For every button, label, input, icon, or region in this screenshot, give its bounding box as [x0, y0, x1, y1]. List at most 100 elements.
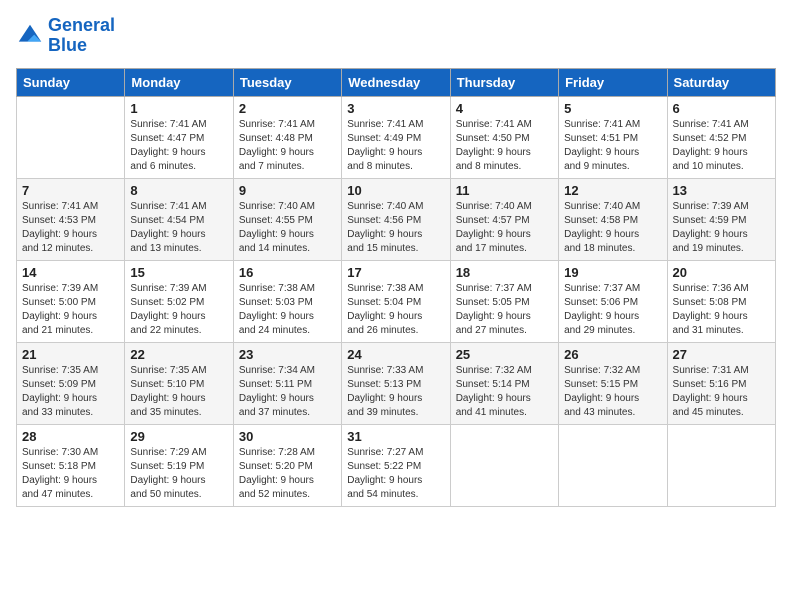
calendar-cell: [667, 424, 775, 506]
day-info: Sunrise: 7:33 AM Sunset: 5:13 PM Dayligh…: [347, 364, 444, 420]
calendar-cell: 22 Sunrise: 7:35 AM Sunset: 5:10 PM Dayli…: [125, 342, 233, 424]
day-info: Sunrise: 7:35 AM Sunset: 5:09 PM Dayligh…: [22, 364, 119, 420]
calendar-cell: 17 Sunrise: 7:38 AM Sunset: 5:04 PM Dayli…: [342, 260, 450, 342]
day-info: Sunrise: 7:40 AM Sunset: 4:58 PM Dayligh…: [564, 200, 661, 256]
calendar-cell: 11 Sunrise: 7:40 AM Sunset: 4:57 PM Dayli…: [450, 178, 558, 260]
week-row-2: 7 Sunrise: 7:41 AM Sunset: 4:53 PM Daylig…: [17, 178, 776, 260]
day-info: Sunrise: 7:40 AM Sunset: 4:56 PM Dayligh…: [347, 200, 444, 256]
day-number: 7: [22, 183, 119, 198]
calendar-cell: 15 Sunrise: 7:39 AM Sunset: 5:02 PM Dayli…: [125, 260, 233, 342]
column-header-friday: Friday: [559, 68, 667, 96]
logo-icon: [16, 22, 44, 50]
day-number: 23: [239, 347, 336, 362]
calendar-cell: 7 Sunrise: 7:41 AM Sunset: 4:53 PM Daylig…: [17, 178, 125, 260]
calendar-cell: 24Sunrise: 7:33 AM Sunset: 5:13 PM Dayli…: [342, 342, 450, 424]
calendar-cell: 31Sunrise: 7:27 AM Sunset: 5:22 PM Dayli…: [342, 424, 450, 506]
day-info: Sunrise: 7:41 AM Sunset: 4:48 PM Dayligh…: [239, 118, 336, 174]
day-number: 12: [564, 183, 661, 198]
day-number: 22: [130, 347, 227, 362]
day-info: Sunrise: 7:35 AM Sunset: 5:10 PM Dayligh…: [130, 364, 227, 420]
day-info: Sunrise: 7:41 AM Sunset: 4:50 PM Dayligh…: [456, 118, 553, 174]
column-header-thursday: Thursday: [450, 68, 558, 96]
day-info: Sunrise: 7:32 AM Sunset: 5:14 PM Dayligh…: [456, 364, 553, 420]
day-number: 8: [130, 183, 227, 198]
column-header-saturday: Saturday: [667, 68, 775, 96]
day-info: Sunrise: 7:34 AM Sunset: 5:11 PM Dayligh…: [239, 364, 336, 420]
day-info: Sunrise: 7:32 AM Sunset: 5:15 PM Dayligh…: [564, 364, 661, 420]
calendar-cell: 19 Sunrise: 7:37 AM Sunset: 5:06 PM Dayli…: [559, 260, 667, 342]
day-number: 14: [22, 265, 119, 280]
day-number: 9: [239, 183, 336, 198]
calendar-table: SundayMondayTuesdayWednesdayThursdayFrid…: [16, 68, 776, 507]
week-row-3: 14Sunrise: 7:39 AM Sunset: 5:00 PM Dayli…: [17, 260, 776, 342]
column-header-wednesday: Wednesday: [342, 68, 450, 96]
day-info: Sunrise: 7:29 AM Sunset: 5:19 PM Dayligh…: [130, 446, 227, 502]
week-row-5: 28 Sunrise: 7:30 AM Sunset: 5:18 PM Dayli…: [17, 424, 776, 506]
calendar-cell: 18Sunrise: 7:37 AM Sunset: 5:05 PM Dayli…: [450, 260, 558, 342]
day-info: Sunrise: 7:41 AM Sunset: 4:49 PM Dayligh…: [347, 118, 444, 174]
calendar-cell: 26 Sunrise: 7:32 AM Sunset: 5:15 PM Dayli…: [559, 342, 667, 424]
column-header-monday: Monday: [125, 68, 233, 96]
week-row-1: 1Sunrise: 7:41 AM Sunset: 4:47 PM Daylig…: [17, 96, 776, 178]
day-number: 17: [347, 265, 444, 280]
calendar-cell: 1Sunrise: 7:41 AM Sunset: 4:47 PM Daylig…: [125, 96, 233, 178]
calendar-cell: 14Sunrise: 7:39 AM Sunset: 5:00 PM Dayli…: [17, 260, 125, 342]
day-info: Sunrise: 7:39 AM Sunset: 4:59 PM Dayligh…: [673, 200, 770, 256]
day-info: Sunrise: 7:36 AM Sunset: 5:08 PM Dayligh…: [673, 282, 770, 338]
calendar-cell: 6 Sunrise: 7:41 AM Sunset: 4:52 PM Daylig…: [667, 96, 775, 178]
day-number: 26: [564, 347, 661, 362]
day-info: Sunrise: 7:30 AM Sunset: 5:18 PM Dayligh…: [22, 446, 119, 502]
day-info: Sunrise: 7:41 AM Sunset: 4:51 PM Dayligh…: [564, 118, 661, 174]
logo-text: General Blue: [48, 16, 115, 56]
day-number: 27: [673, 347, 770, 362]
day-number: 15: [130, 265, 227, 280]
calendar-cell: 9 Sunrise: 7:40 AM Sunset: 4:55 PM Daylig…: [233, 178, 341, 260]
day-number: 4: [456, 101, 553, 116]
day-number: 16: [239, 265, 336, 280]
calendar-cell: 27 Sunrise: 7:31 AM Sunset: 5:16 PM Dayli…: [667, 342, 775, 424]
day-number: 19: [564, 265, 661, 280]
day-info: Sunrise: 7:38 AM Sunset: 5:04 PM Dayligh…: [347, 282, 444, 338]
day-number: 25: [456, 347, 553, 362]
calendar-cell: 2Sunrise: 7:41 AM Sunset: 4:48 PM Daylig…: [233, 96, 341, 178]
calendar-cell: 8 Sunrise: 7:41 AM Sunset: 4:54 PM Daylig…: [125, 178, 233, 260]
day-number: 28: [22, 429, 119, 444]
calendar-cell: 12 Sunrise: 7:40 AM Sunset: 4:58 PM Dayli…: [559, 178, 667, 260]
day-number: 13: [673, 183, 770, 198]
day-info: Sunrise: 7:41 AM Sunset: 4:52 PM Dayligh…: [673, 118, 770, 174]
calendar-cell: 5Sunrise: 7:41 AM Sunset: 4:51 PM Daylig…: [559, 96, 667, 178]
calendar-cell: 29 Sunrise: 7:29 AM Sunset: 5:19 PM Dayli…: [125, 424, 233, 506]
day-number: 1: [130, 101, 227, 116]
day-number: 21: [22, 347, 119, 362]
column-header-sunday: Sunday: [17, 68, 125, 96]
calendar-cell: 23 Sunrise: 7:34 AM Sunset: 5:11 PM Dayli…: [233, 342, 341, 424]
day-number: 29: [130, 429, 227, 444]
calendar-cell: [559, 424, 667, 506]
calendar-cell: 21 Sunrise: 7:35 AM Sunset: 5:09 PM Dayli…: [17, 342, 125, 424]
calendar-cell: 3 Sunrise: 7:41 AM Sunset: 4:49 PM Daylig…: [342, 96, 450, 178]
calendar-cell: 13 Sunrise: 7:39 AM Sunset: 4:59 PM Dayli…: [667, 178, 775, 260]
day-info: Sunrise: 7:37 AM Sunset: 5:05 PM Dayligh…: [456, 282, 553, 338]
calendar-cell: 10 Sunrise: 7:40 AM Sunset: 4:56 PM Dayli…: [342, 178, 450, 260]
day-number: 20: [673, 265, 770, 280]
day-info: Sunrise: 7:28 AM Sunset: 5:20 PM Dayligh…: [239, 446, 336, 502]
day-info: Sunrise: 7:31 AM Sunset: 5:16 PM Dayligh…: [673, 364, 770, 420]
page-header: General Blue: [16, 16, 776, 56]
day-number: 6: [673, 101, 770, 116]
day-info: Sunrise: 7:37 AM Sunset: 5:06 PM Dayligh…: [564, 282, 661, 338]
calendar-cell: 4 Sunrise: 7:41 AM Sunset: 4:50 PM Daylig…: [450, 96, 558, 178]
calendar-header-row: SundayMondayTuesdayWednesdayThursdayFrid…: [17, 68, 776, 96]
day-number: 11: [456, 183, 553, 198]
day-number: 30: [239, 429, 336, 444]
day-number: 3: [347, 101, 444, 116]
day-number: 31: [347, 429, 444, 444]
calendar-cell: [17, 96, 125, 178]
week-row-4: 21 Sunrise: 7:35 AM Sunset: 5:09 PM Dayli…: [17, 342, 776, 424]
day-info: Sunrise: 7:39 AM Sunset: 5:02 PM Dayligh…: [130, 282, 227, 338]
day-info: Sunrise: 7:40 AM Sunset: 4:57 PM Dayligh…: [456, 200, 553, 256]
day-info: Sunrise: 7:40 AM Sunset: 4:55 PM Dayligh…: [239, 200, 336, 256]
day-number: 10: [347, 183, 444, 198]
day-info: Sunrise: 7:41 AM Sunset: 4:53 PM Dayligh…: [22, 200, 119, 256]
day-info: Sunrise: 7:41 AM Sunset: 4:54 PM Dayligh…: [130, 200, 227, 256]
logo: General Blue: [16, 16, 115, 56]
